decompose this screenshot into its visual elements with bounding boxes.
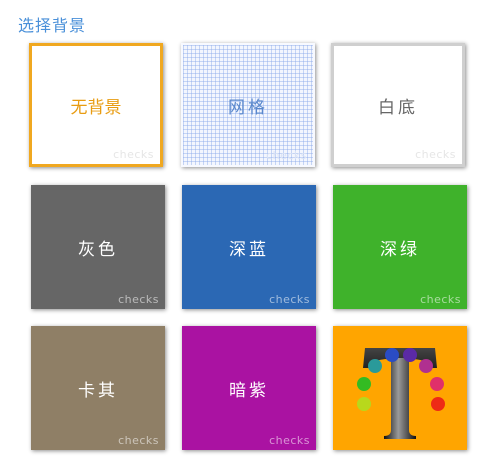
bg-option-none[interactable]: 无背景 checks: [29, 43, 163, 167]
checks-watermark: checks: [266, 149, 307, 162]
checks-watermark: checks: [113, 148, 154, 161]
checks-watermark: checks: [118, 293, 159, 306]
checks-watermark: checks: [415, 148, 456, 161]
page-title: 选择背景: [18, 16, 87, 35]
bg-option-label: 灰色: [78, 239, 118, 260]
checks-watermark: checks: [118, 434, 159, 447]
bg-option-white[interactable]: 白底 checks: [331, 43, 465, 167]
bg-option-khaki[interactable]: 卡其 checks: [31, 326, 165, 450]
bg-option-dark-green[interactable]: 深绿 checks: [333, 185, 467, 309]
bg-option-label: 白底: [378, 97, 418, 118]
bg-option-label: 深蓝: [229, 239, 269, 260]
bg-option-custom[interactable]: [333, 326, 467, 450]
bg-option-label: 暗紫: [229, 380, 269, 401]
bg-option-dark-blue[interactable]: 深蓝 checks: [182, 185, 316, 309]
bg-option-grid[interactable]: 网格 checks: [181, 43, 315, 167]
bg-option-label: 深绿: [380, 239, 420, 260]
bg-option-label: 网格: [228, 97, 268, 118]
bg-option-label: 无背景: [70, 97, 122, 118]
bg-option-dark-purple[interactable]: 暗紫 checks: [182, 326, 316, 450]
checks-watermark: checks: [269, 434, 310, 447]
bg-option-gray[interactable]: 灰色 checks: [31, 185, 165, 309]
logo-t-icon: [357, 348, 445, 439]
checks-watermark: checks: [420, 293, 461, 306]
checks-watermark: checks: [269, 293, 310, 306]
bg-option-label: 卡其: [78, 380, 118, 401]
